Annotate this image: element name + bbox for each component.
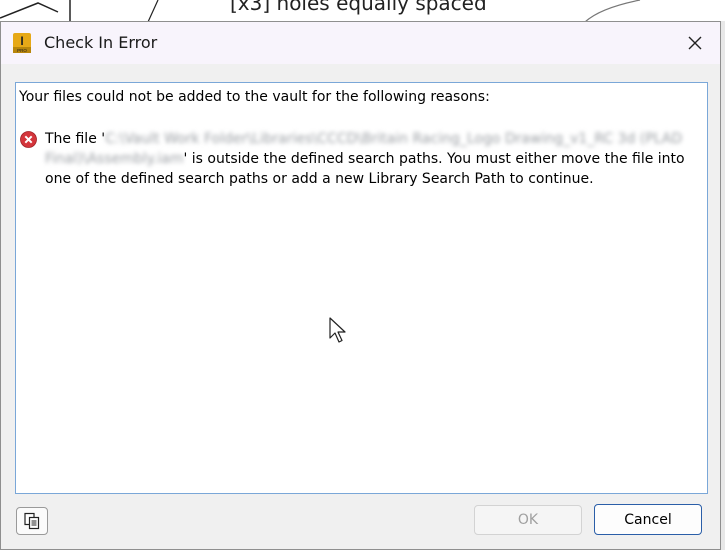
ok-button[interactable]: OK [474, 505, 582, 535]
close-icon [688, 36, 702, 50]
close-button[interactable] [676, 25, 714, 61]
dialog-title: Check In Error [44, 33, 158, 52]
background-app-edge [721, 21, 725, 550]
background-drawing: [x3] holes equally spaced [0, 0, 725, 22]
mouse-cursor-icon [329, 317, 349, 349]
copy-to-clipboard-button[interactable] [16, 507, 48, 535]
cancel-button[interactable]: Cancel [594, 504, 702, 535]
message-heading: Your files could not be added to the vau… [19, 89, 490, 105]
error-prefix: The file ' [45, 131, 106, 147]
svg-text:I: I [20, 34, 23, 48]
message-panel[interactable]: Your files could not be added to the vau… [15, 82, 708, 494]
check-in-error-dialog: I PRO Check In Error Your files could no… [0, 21, 721, 550]
error-icon [20, 131, 37, 148]
drawing-annotation: [x3] holes equally spaced [230, 0, 487, 15]
svg-text:PRO: PRO [17, 48, 27, 53]
autodesk-inventor-icon: I PRO [12, 32, 32, 54]
error-message: The file 'C:\Vault Work Folder\Libraries… [45, 129, 700, 189]
copy-icon [24, 512, 40, 530]
title-bar[interactable]: I PRO Check In Error [1, 22, 720, 64]
